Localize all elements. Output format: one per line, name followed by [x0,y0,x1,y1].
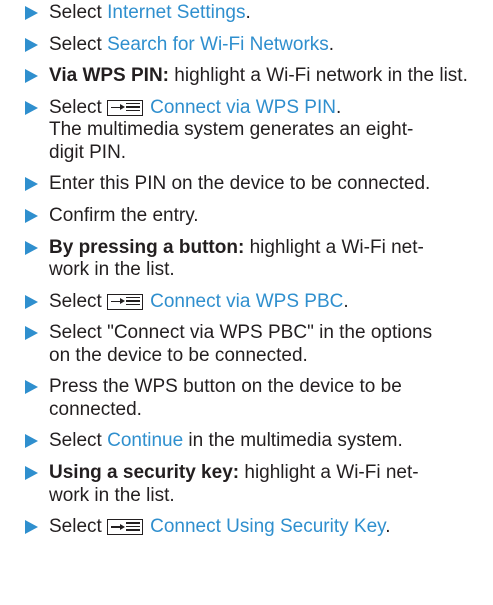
step-prefix: Select [49,290,108,312]
step-via-wps-pin: Via WPS PIN: highlight a Wi-Fi network i… [0,65,493,88]
step-heading: Using a security key: [49,462,240,484]
ui-link-continue[interactable]: Continue [107,430,183,451]
step-connect-wps-pbc: Select Connect via WPS PBC. [0,291,493,314]
step-result-line: digit PIN. [49,141,127,163]
step-search-networks: Select Search for Wi-Fi Networks. [0,34,493,57]
step-arrow-icon [25,6,38,20]
ui-link-internet-settings[interactable]: Internet Settings [107,2,245,23]
step-arrow-icon [25,466,38,481]
menu-options-icon [107,293,144,310]
step-text-line: work in the list. [49,259,175,281]
step-arrow-icon [25,100,38,115]
step-arrow-icon [25,520,38,535]
step-suffix: . [385,516,391,538]
step-text-line: Press the WPS button on the device to be [49,376,402,398]
step-connect-wps-pin: Select Connect via WPS PIN. The multimed… [0,97,493,165]
step-prefix: Select [49,2,108,23]
step-arrow-icon [25,294,38,309]
instruction-list: Select Internet Settings. Select Search … [0,0,493,539]
step-suffix: . [335,96,342,118]
step-suffix: in the multimedia system. [183,430,403,452]
ui-link-connect-wps-pbc[interactable]: Connect via WPS PBC [150,291,343,312]
step-suffix: . [328,33,335,55]
step-arrow-icon [25,208,38,223]
ui-link-search-networks[interactable]: Search for Wi-Fi Networks [107,34,329,55]
step-prefix: Select [49,96,108,118]
step-text: highlight a Wi-Fi network in the list. [169,65,468,87]
step-prefix: Select [49,33,108,55]
step-arrow-icon [25,69,38,84]
step-text: Enter this PIN on the device to be conne… [49,173,431,195]
ui-link-connect-security-key[interactable]: Connect Using Security Key [150,516,385,537]
step-enter-pin: Enter this PIN on the device to be conne… [0,173,493,196]
step-text-line: Select "Connect via WPS PBC" in the opti… [49,322,433,344]
step-suffix: . [245,2,251,23]
step-connect-security-key: Select Connect Using Security Key. [0,516,493,539]
step-suffix: . [343,290,349,312]
menu-options-icon [107,99,144,116]
step-arrow-icon [25,380,38,395]
step-select-continue: Select Continue in the multimedia system… [0,430,493,453]
step-confirm-entry: Confirm the entry. [0,205,493,228]
step-press-wps-button: Press the WPS button on the device to be… [0,376,493,421]
step-select-internet-settings: Select Internet Settings. [0,2,493,25]
step-arrow-icon [25,434,38,449]
step-heading: By pressing a button: [49,236,245,258]
step-text: Confirm the entry. [49,204,199,226]
step-text-line: highlight a Wi-Fi net- [239,462,419,484]
step-arrow-icon [25,177,38,192]
step-text-line: work in the list. [49,484,175,506]
step-prefix: Select [49,430,108,452]
step-select-on-device: Select "Connect via WPS PBC" in the opti… [0,322,493,367]
step-text-line: connected. [49,398,142,420]
step-text-line: on the device to be connected. [49,344,308,366]
step-arrow-icon [25,37,38,52]
step-arrow-icon [25,240,38,255]
ui-link-connect-wps-pin[interactable]: Connect via WPS PIN [150,97,336,118]
step-arrow-icon [25,326,38,341]
menu-options-icon [107,519,144,536]
step-by-pressing-button: By pressing a button: highlight a Wi-Fi … [0,237,493,282]
step-using-security-key: Using a security key: highlight a Wi-Fi … [0,462,493,507]
step-prefix: Select [49,516,108,538]
step-heading: Via WPS PIN: [49,65,170,87]
step-result-line: The multimedia system generates an eight… [49,119,414,141]
step-text-line: highlight a Wi-Fi net- [244,236,424,258]
